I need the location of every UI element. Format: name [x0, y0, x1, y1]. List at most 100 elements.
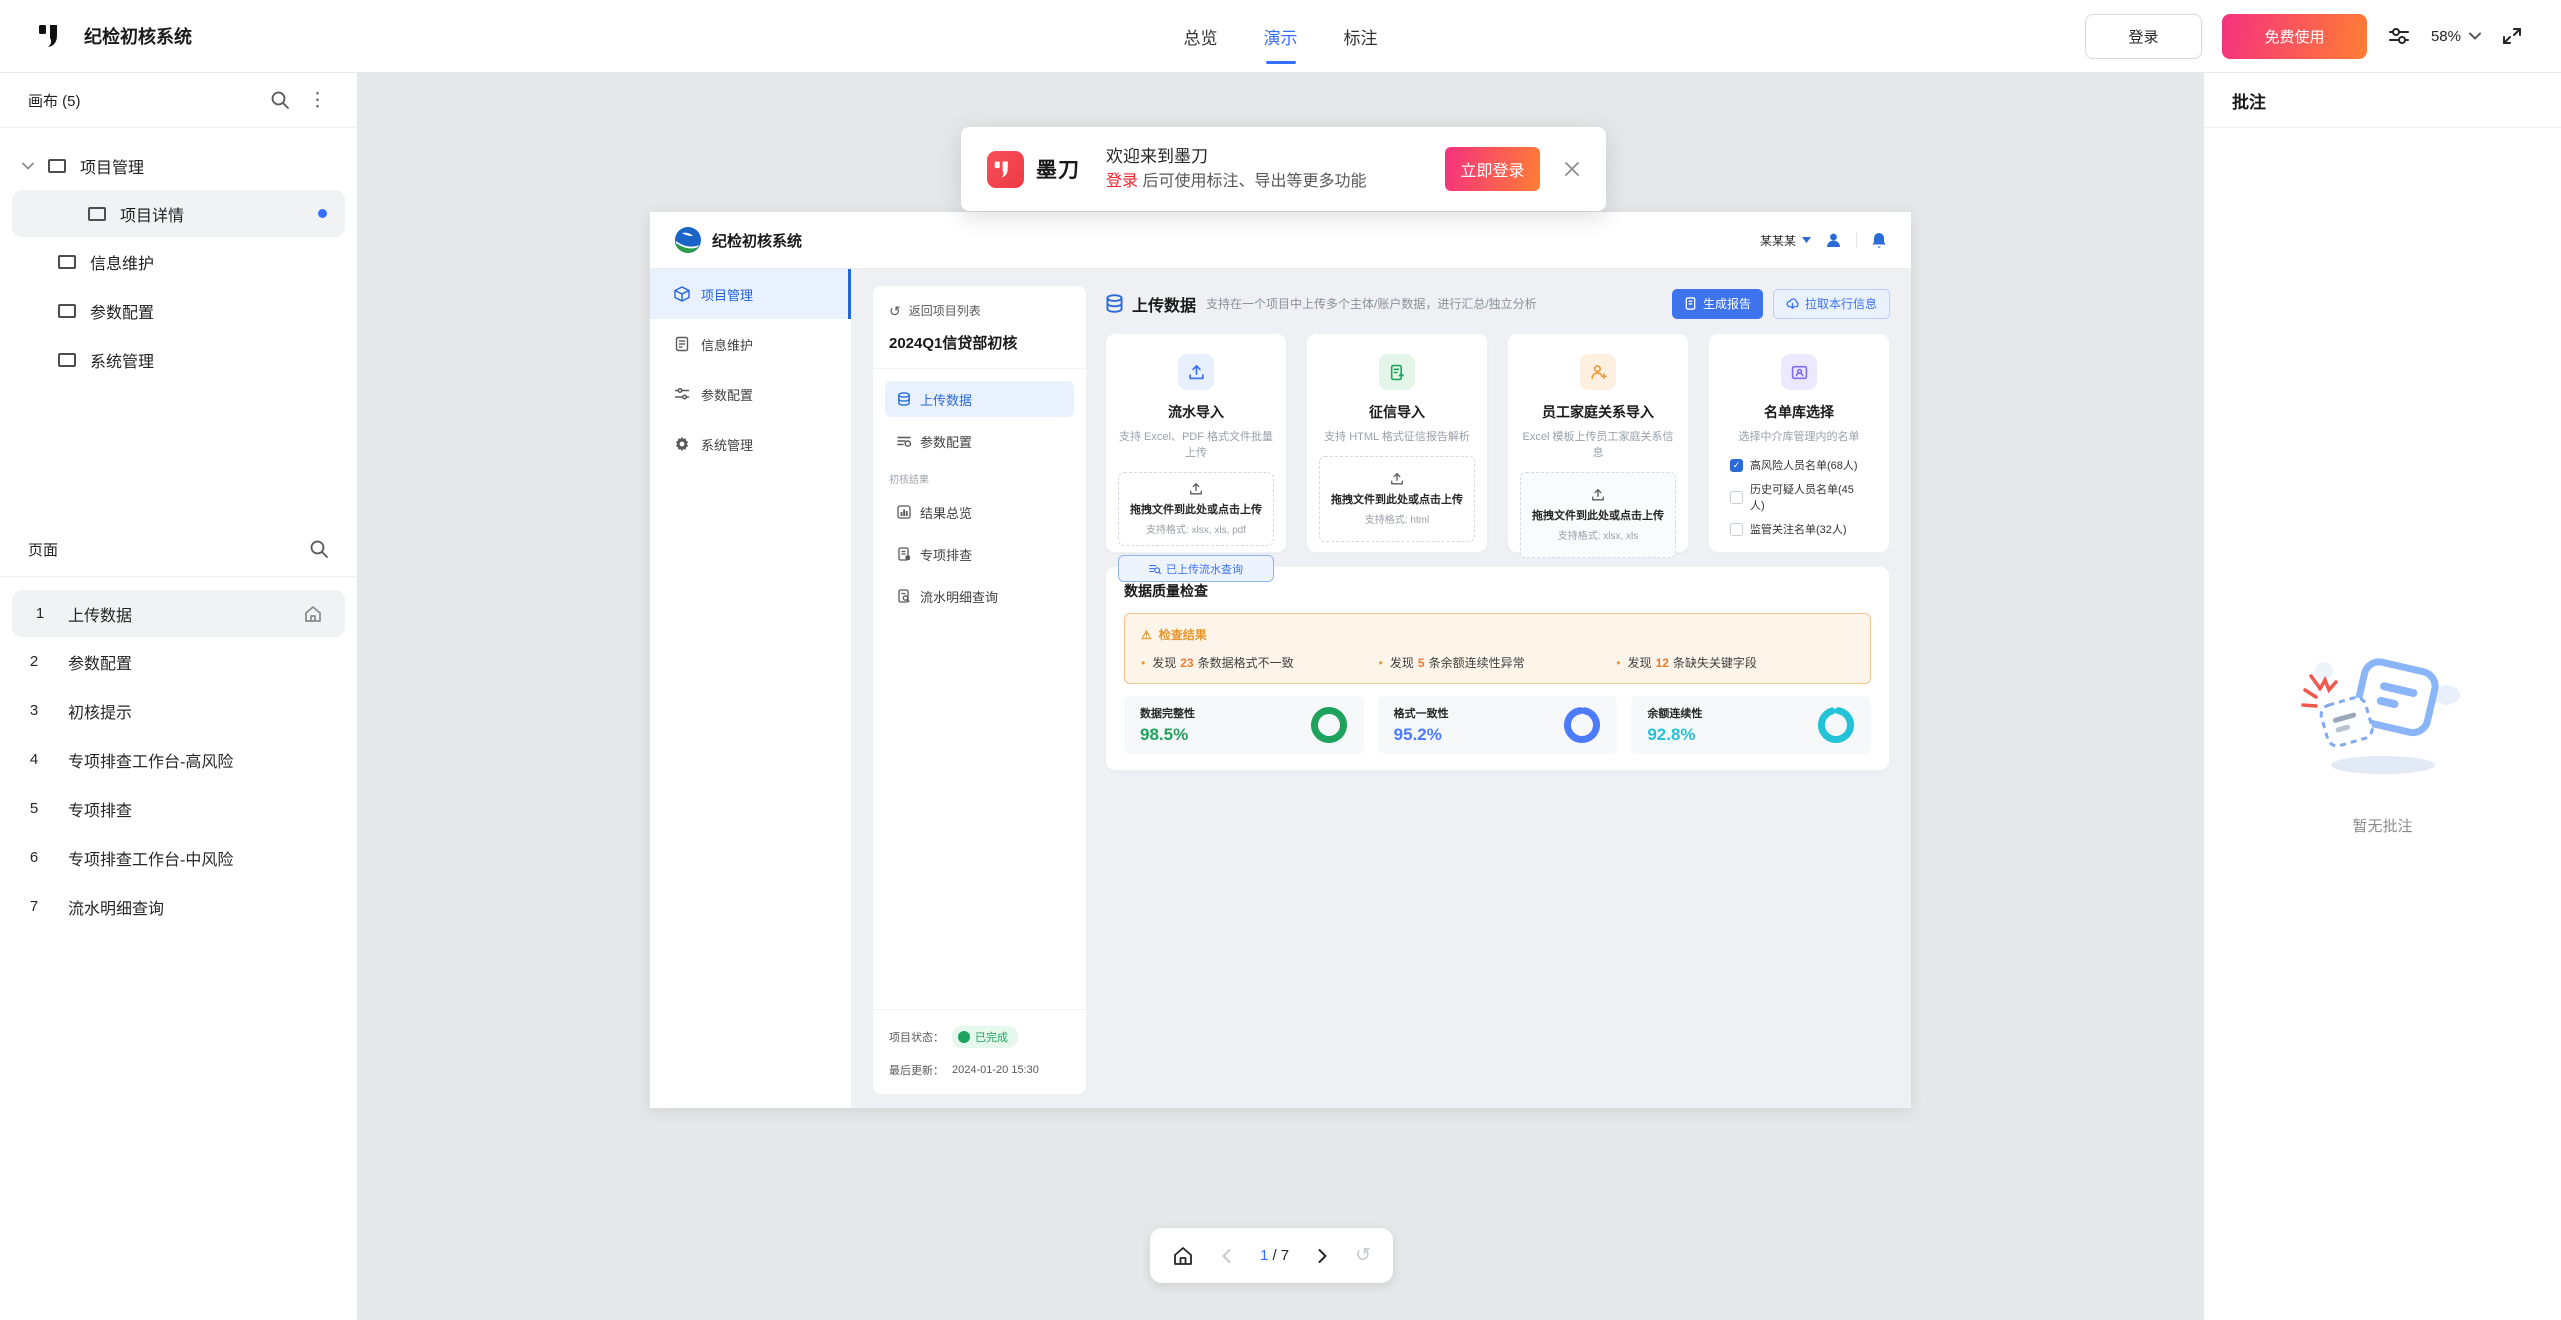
upload-cards: 流水导入 支持 Excel、PDF 格式文件批量上传 拖拽文件到此处或点击上传 … [1105, 333, 1890, 553]
mock-nav-label: 结果总览 [920, 503, 972, 522]
pages-section-header: 页面 [0, 522, 357, 577]
mock-nav-upload-data[interactable]: 上传数据 [885, 381, 1074, 417]
next-page-icon[interactable] [1314, 1248, 1330, 1264]
page-number: 7 [0, 898, 68, 915]
mock-sidebar-item-projects[interactable]: 项目管理 [650, 269, 851, 319]
checkbox-unchecked[interactable] [1730, 523, 1743, 536]
metric-value: 98.5% [1140, 725, 1195, 745]
more-options-icon[interactable]: ⋮ [306, 91, 329, 110]
tab-annotate[interactable]: 标注 [1344, 24, 1378, 49]
mock-main-header: 上传数据 支持在一个项目中上传多个主体/账户数据，进行汇总/独立分析 生成报告 … [1105, 288, 1890, 319]
selected-indicator-dot [318, 209, 327, 218]
login-now-button[interactable]: 立即登录 [1445, 147, 1540, 191]
upload-icon [1178, 354, 1214, 390]
page-item-3[interactable]: 3 初核提示 [0, 686, 357, 735]
modao-app-icon [987, 151, 1024, 188]
empty-comments-illustration [2298, 645, 2468, 781]
tab-present[interactable]: 演示 [1264, 24, 1298, 49]
login-button[interactable]: 登录 [2085, 14, 2202, 59]
pull-bank-info-button[interactable]: 拉取本行信息 [1773, 289, 1890, 319]
view-tabs: 总览 演示 标注 [1184, 0, 1378, 73]
database-icon [897, 392, 911, 406]
mock-app-body: 项目管理 信息维护 参数配置 系统管理 [650, 269, 1911, 1108]
close-icon[interactable] [1564, 161, 1580, 177]
settings-sliders-icon[interactable] [2387, 24, 2411, 48]
option-regulator-watch[interactable]: 监管关注名单(32人) [1730, 521, 1868, 537]
prev-page-icon[interactable] [1219, 1248, 1235, 1264]
page-number: 1 [12, 605, 68, 622]
mock-nav-flow-detail[interactable]: 流水明细查询 [885, 578, 1074, 614]
mock-nav-section-label: 初核结果 [889, 471, 1070, 486]
top-bar: 纪检初核系统 总览 演示 标注 登录 免费使用 58% [0, 0, 2561, 73]
option-history-suspect[interactable]: 历史可疑人员名单(45人) [1730, 481, 1868, 513]
page-number: 6 [0, 849, 68, 866]
card-title: 员工家庭关系导入 [1520, 402, 1676, 422]
chevron-down-icon[interactable] [22, 162, 48, 170]
tree-item-system-management[interactable]: 系统管理 [0, 335, 357, 384]
list-search-icon [1149, 563, 1161, 575]
mock-sidebar-item-params[interactable]: 参数配置 [650, 369, 851, 419]
tree-item-project-management[interactable]: 项目管理 [0, 141, 357, 190]
checkbox-checked[interactable] [1730, 459, 1743, 472]
page-label: 参数配置 [68, 650, 132, 674]
user-avatar-icon[interactable] [1825, 232, 1842, 249]
tree-item-project-detail-selected[interactable]: 项目详情 [12, 190, 345, 237]
zoom-level-dropdown[interactable]: 58% [2431, 28, 2481, 45]
page-total: 7 [1281, 1247, 1289, 1264]
back-to-projects-link[interactable]: ↺ 返回项目列表 [889, 302, 1070, 319]
presentation-canvas[interactable]: 墨刀 欢迎来到墨刀 登录 后可使用标注、导出等更多功能 立即登录 纪检 [359, 73, 2202, 1320]
dropzone-text: 拖拽文件到此处或点击上传 [1525, 507, 1671, 523]
page-label: 专项排查 [68, 797, 132, 821]
bell-icon[interactable] [1871, 232, 1887, 249]
banner-title: 欢迎来到墨刀 [1106, 148, 1366, 165]
dropzone-flow[interactable]: 拖拽文件到此处或点击上传 支持格式: xlsx, xls, pdf [1118, 472, 1274, 546]
mock-main-title: 上传数据 [1132, 292, 1196, 316]
card-desc: 支持 HTML 格式征信报告解析 [1319, 428, 1475, 444]
checkbox-unchecked[interactable] [1730, 491, 1743, 504]
mock-nav-special-check[interactable]: 专项排查 [885, 536, 1074, 572]
tab-overview[interactable]: 总览 [1184, 24, 1218, 49]
free-use-button[interactable]: 免费使用 [2222, 14, 2367, 59]
mock-main: 上传数据 支持在一个项目中上传多个主体/账户数据，进行汇总/独立分析 生成报告 … [1105, 286, 1890, 1094]
card-title: 流水导入 [1118, 402, 1274, 422]
dropzone-family[interactable]: 拖拽文件到此处或点击上传 支持格式: xlsx, xls [1520, 472, 1676, 558]
restart-icon[interactable]: ↺ [1355, 1246, 1371, 1265]
mock-nav-result-overview[interactable]: 结果总览 [885, 494, 1074, 530]
card-desc: 支持 Excel、PDF 格式文件批量上传 [1118, 428, 1274, 460]
chevron-down-icon [2469, 32, 2481, 40]
comments-header-label: 批注 [2232, 88, 2266, 113]
page-item-7[interactable]: 7 流水明细查询 [0, 882, 357, 931]
mock-sidebar-item-info[interactable]: 信息维护 [650, 319, 851, 369]
mock-app-title: 纪检初核系统 [712, 230, 802, 251]
generate-report-button[interactable]: 生成报告 [1672, 289, 1763, 319]
mock-app-header: 纪检初核系统 某某某 [650, 212, 1911, 269]
home-icon[interactable] [1172, 1245, 1194, 1267]
prototype-screen: 纪检初核系统 某某某 项目管理 [650, 212, 1911, 1108]
banner-desc-text: 后可使用标注、导出等更多功能 [1142, 173, 1366, 190]
generate-report-label: 生成报告 [1703, 295, 1751, 312]
option-high-risk[interactable]: 高风险人员名单(68人) [1730, 457, 1868, 473]
page-item-2[interactable]: 2 参数配置 [0, 637, 357, 686]
uploaded-flow-query-button[interactable]: 已上传流水查询 [1118, 555, 1274, 582]
tree-item-param-config[interactable]: 参数配置 [0, 286, 357, 335]
bank-logo-icon [674, 226, 702, 254]
mock-sidebar-item-system[interactable]: 系统管理 [650, 419, 851, 469]
quality-warning-box: ⚠ 检查结果 发现 23 条数据格式不一致 发现 [1124, 613, 1871, 684]
caret-down-icon [1802, 237, 1811, 243]
dropzone-credit[interactable]: 拖拽文件到此处或点击上传 支持格式: html [1319, 456, 1475, 542]
page-item-1[interactable]: 1 上传数据 [12, 590, 345, 637]
tree-item-info-maintenance[interactable]: 信息维护 [0, 237, 357, 286]
frame-icon [58, 304, 76, 318]
search-icon[interactable] [270, 90, 290, 110]
page-item-4[interactable]: 4 专项排查工作台-高风险 [0, 735, 357, 784]
page-item-6[interactable]: 6 专项排查工作台-中风险 [0, 833, 357, 882]
database-icon [674, 336, 690, 352]
banner-login-link[interactable]: 登录 [1106, 173, 1138, 190]
search-icon[interactable] [309, 539, 329, 559]
mock-nav-params[interactable]: 参数配置 [885, 423, 1074, 459]
page-item-5[interactable]: 5 专项排查 [0, 784, 357, 833]
mock-user-menu[interactable]: 某某某 [1760, 232, 1811, 249]
tree-item-label: 参数配置 [90, 299, 154, 323]
fullscreen-icon[interactable] [2501, 25, 2523, 47]
frame-icon [88, 207, 106, 221]
